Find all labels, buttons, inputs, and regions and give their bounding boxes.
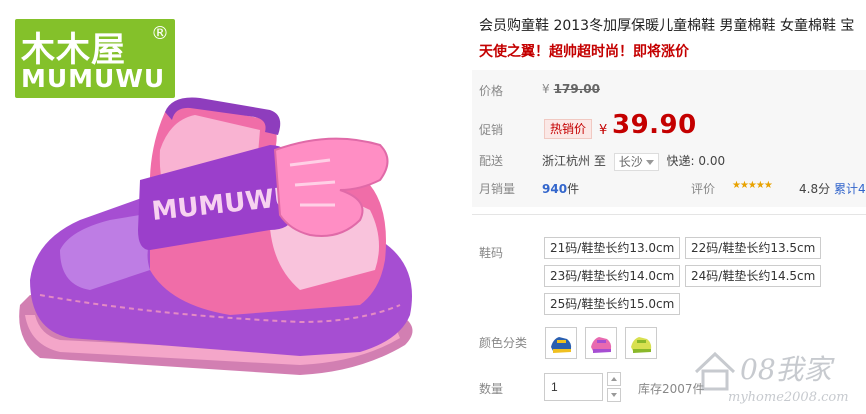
size-option-24[interactable]: 24码/鞋垫长约14.5cm	[685, 265, 822, 287]
logo-registered-mark: ®	[151, 23, 169, 44]
divider	[472, 214, 866, 215]
shipping-info: 浙江杭州 至 长沙 快递: 0.00	[542, 152, 725, 171]
ship-from: 浙江杭州	[542, 154, 591, 168]
shipping-label: 配送	[479, 154, 504, 168]
express-fee: 快递: 0.00	[666, 154, 726, 168]
promo-label: 促销	[479, 123, 504, 137]
site-watermark: 08我家 myhome2008.com	[688, 340, 866, 414]
rating-score: 4.8分	[799, 182, 831, 196]
shoe-thumbnail-icon	[591, 337, 612, 353]
rating-stars-icon: ★★★★★	[732, 180, 773, 191]
chevron-down-icon	[645, 159, 654, 165]
destination-select[interactable]: 长沙	[613, 152, 659, 171]
product-subtitle: 天使之翼！超帅超时尚！即将涨价	[479, 44, 689, 60]
original-currency: ¥	[542, 82, 550, 96]
monthly-sales: 940件	[542, 180, 579, 197]
reviews-link[interactable]: 累计45	[834, 180, 866, 197]
promo-currency: ¥	[599, 123, 608, 138]
promo-badge: 热销价	[544, 119, 593, 139]
size-option-23[interactable]: 23码/鞋垫长约14.0cm	[544, 265, 681, 287]
sales-unit: 件	[567, 182, 580, 196]
size-option-21[interactable]: 21码/鞋垫长约13.0cm	[544, 237, 681, 259]
rating-label: 评价	[691, 182, 716, 196]
size-option-22[interactable]: 22码/鞋垫长约13.5cm	[685, 237, 822, 259]
product-title[interactable]: 会员购童鞋 2013冬加厚保暖儿童棉鞋 男童棉鞋 女童棉鞋 宝	[479, 15, 866, 35]
original-price-value: 179.00	[553, 82, 600, 96]
logo-en-text: MUMUWU	[21, 64, 166, 93]
color-label: 颜色分类	[479, 336, 528, 350]
decrement-icon[interactable]	[607, 388, 621, 402]
increment-icon[interactable]	[607, 372, 621, 386]
boot-illustration: MUMUWU	[19, 97, 413, 375]
original-price: ¥179.00	[542, 82, 600, 96]
promo-price: 39.90	[612, 110, 697, 140]
watermark-url: myhome2008.com	[728, 390, 849, 405]
house-icon	[694, 351, 736, 391]
sales-label: 月销量	[479, 182, 516, 196]
quantity-input[interactable]	[544, 373, 603, 401]
watermark-text: 08我家	[740, 353, 832, 386]
quantity-label: 数量	[479, 382, 504, 396]
sales-count: 940	[542, 182, 568, 196]
brand-logo: 木木屋 ® MUMUWU	[15, 19, 175, 98]
quantity-stepper[interactable]	[607, 372, 621, 402]
color-swatch-pink[interactable]	[585, 327, 617, 359]
size-label: 鞋码	[479, 246, 504, 260]
ship-to-word: 至	[593, 154, 606, 168]
product-image[interactable]: 木木屋 ® MUMUWU MUMUWU	[0, 0, 462, 414]
price-label: 价格	[479, 84, 504, 98]
shoe-thumbnail-icon	[631, 337, 652, 353]
color-swatch-yellow[interactable]	[625, 327, 657, 359]
destination-value: 长沙	[618, 154, 643, 169]
size-option-25[interactable]: 25码/鞋垫长约15.0cm	[544, 293, 681, 315]
shoe-thumbnail-icon	[551, 337, 572, 353]
color-swatch-blue[interactable]	[545, 327, 577, 359]
